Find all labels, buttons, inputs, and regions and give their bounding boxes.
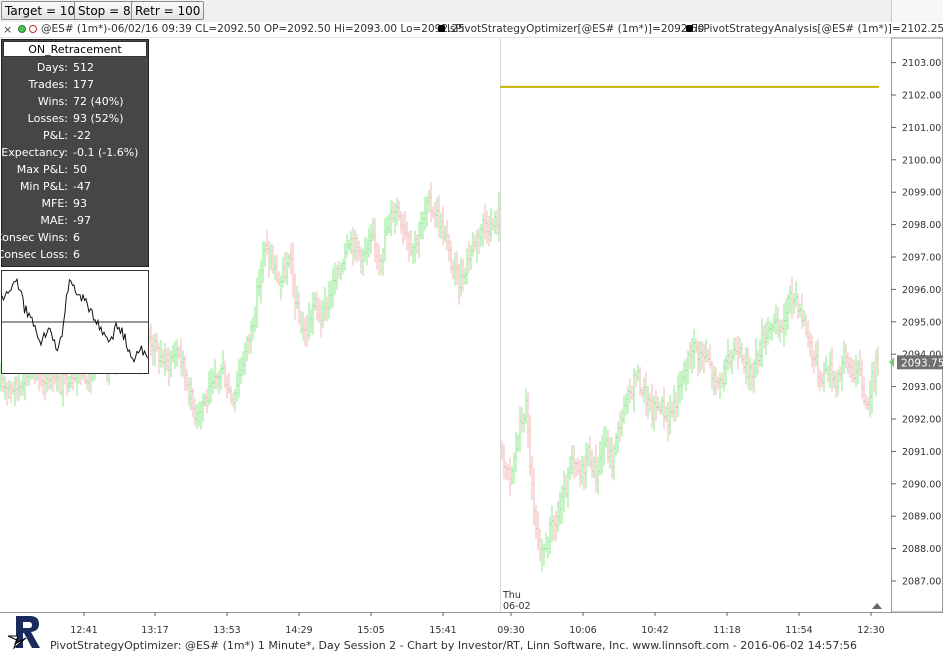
stats-row: Trades: 177 [2, 76, 148, 93]
y-tick-label: 2098.00 [902, 220, 941, 231]
stats-value: -22 [73, 129, 91, 142]
y-tick-label: 2087.00 [902, 577, 941, 588]
stats-label: Min P&L: [19, 180, 68, 193]
stats-row: Min P&L: -47 [2, 178, 148, 195]
stats-row: Wins: 72 (40%) [2, 93, 148, 110]
stats-label: Losses: [27, 112, 68, 125]
x-tick-label: 12:30 [857, 625, 884, 636]
stats-value: 93 [73, 197, 87, 210]
stats-label: Wins: [37, 95, 68, 108]
stats-value: 512 [73, 61, 94, 74]
x-tick-label: 10:42 [641, 625, 668, 636]
x-tick-label: 12:41 [70, 625, 97, 636]
y-tick-label: 2093.00 [902, 382, 941, 393]
stats-label: MFE: [41, 197, 68, 210]
stats-row: Days: 512 [2, 59, 148, 76]
scroll-end-icon[interactable] [872, 603, 882, 609]
price-axis[interactable]: 2087.00 2088.00 2089.00 2090.00 2091.00 2092.… [872, 37, 943, 612]
stats-value: 6 [73, 231, 80, 244]
stats-value: -47 [73, 180, 91, 193]
stats-row: Consec Wins: 6 [0, 229, 148, 246]
y-tick-label: 2096.00 [902, 285, 941, 296]
stats-row: MAE: -97 [2, 212, 148, 229]
investor-rt-logo [7, 616, 40, 650]
x-tick-label: 15:41 [429, 625, 456, 636]
stats-row: MFE: 93 [2, 195, 148, 212]
stats-row: P&L: -22 [2, 127, 148, 144]
stats-label: MAE: [40, 214, 68, 227]
chart-grid: Thu06-02 [500, 38, 531, 612]
time-axis-labels: 12:41 13:17 13:53 14:29 15:05 15:41 09:30 10:06… [70, 612, 885, 636]
y-tick-label: 2095.00 [902, 317, 941, 328]
last-price-label: 2093.75 [901, 357, 943, 369]
footer-credits: PivotStrategyOptimizer: @ES# (1m*) 1 Min… [50, 639, 858, 652]
x-tick-label: 11:18 [713, 625, 740, 636]
x-tick-label: 15:05 [357, 625, 384, 636]
stats-title: ON_Retracement [3, 41, 147, 57]
y-tick-label: 2088.00 [902, 544, 941, 555]
stats-row: Losses: 93 (52%) [2, 110, 148, 127]
stats-label: Consec Loss: [0, 248, 68, 261]
stats-label: Consec Wins: [0, 231, 68, 244]
stats-value: -97 [73, 214, 91, 227]
stats-label: Expectancy: [1, 146, 68, 159]
x-tick-label: 10:06 [569, 625, 596, 636]
stats-value: 177 [73, 78, 94, 91]
stats-label: P&L: [42, 129, 68, 142]
stats-value: 50 [73, 163, 87, 176]
x-tick-label: 14:29 [285, 625, 312, 636]
stats-row: Max P&L: 50 [2, 161, 148, 178]
session-date-label: 06-02 [503, 601, 531, 612]
x-tick-label: 09:30 [497, 625, 524, 636]
stats-label: Trades: [28, 78, 68, 91]
y-tick-label: 2101.00 [902, 123, 941, 134]
x-tick-label: 13:17 [141, 625, 168, 636]
y-tick-label: 2100.00 [902, 155, 941, 166]
stats-row: Expectancy: -0.1 (-1.6%) [1, 144, 148, 161]
session-date-label: Thu [502, 590, 521, 601]
stats-value: 6 [73, 248, 80, 261]
y-tick-label: 2103.00 [902, 58, 941, 69]
y-tick-label: 2090.00 [902, 479, 941, 490]
stats-label: Days: [36, 61, 68, 74]
stats-value: -0.1 (-1.6%) [73, 146, 139, 159]
y-tick-label: 2097.00 [902, 253, 941, 264]
y-tick-label: 2089.00 [902, 512, 941, 523]
stats-value: 93 (52%) [73, 112, 124, 125]
y-tick-label: 2091.00 [902, 447, 941, 458]
stats-row: Consec Loss: 6 [0, 246, 148, 263]
x-tick-label: 11:54 [785, 625, 812, 636]
y-tick-label: 2092.00 [902, 415, 941, 426]
stats-value: 72 (40%) [73, 95, 124, 108]
y-tick-label: 2099.00 [902, 188, 941, 199]
y-tick-label: 2102.00 [902, 91, 941, 102]
equity-mini-chart [1, 270, 149, 374]
stats-panel: ON_Retracement Days: 512 Trades: 177 Wins: 72… [0, 39, 149, 267]
x-tick-label: 13:53 [213, 625, 240, 636]
stats-label: Max P&L: [16, 163, 68, 176]
